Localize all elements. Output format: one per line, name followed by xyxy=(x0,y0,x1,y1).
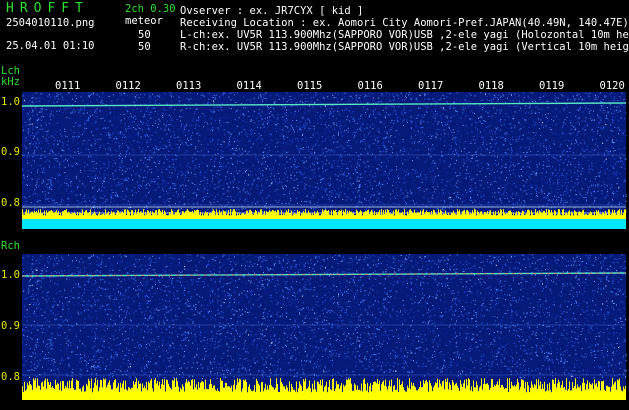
lch-spectrogram xyxy=(21,92,627,229)
rch-spectrogram xyxy=(21,254,627,400)
spectrogram-display xyxy=(21,92,627,400)
